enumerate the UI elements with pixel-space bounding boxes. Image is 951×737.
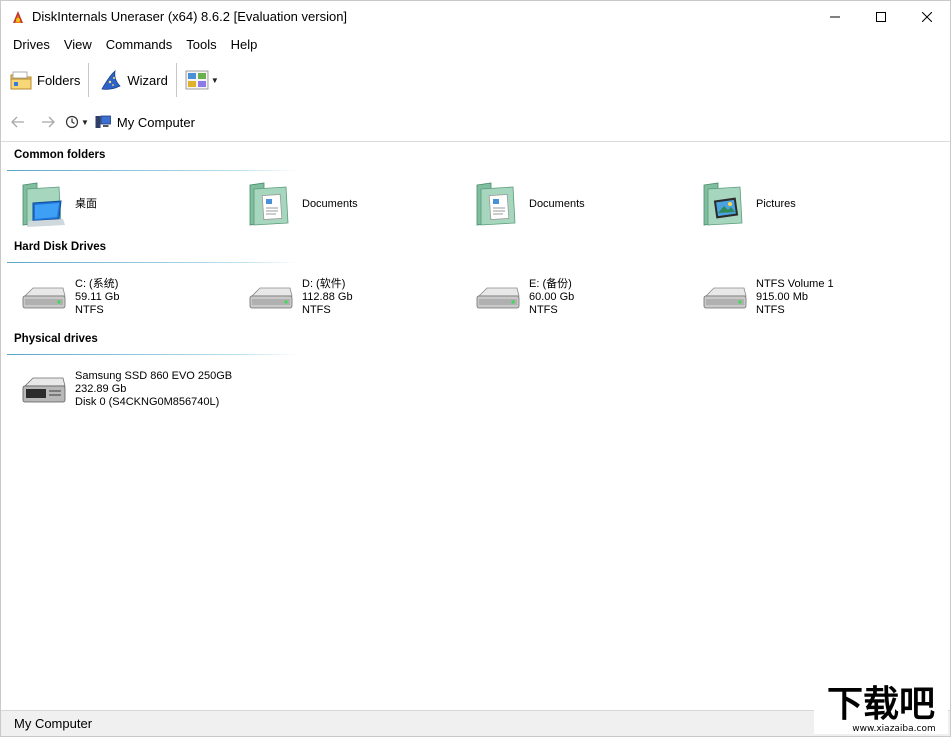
hard-drive-icon xyxy=(703,287,747,309)
folders-button[interactable]: Folders xyxy=(1,63,86,97)
back-button[interactable] xyxy=(5,109,31,135)
forward-button[interactable] xyxy=(35,109,61,135)
breadcrumb-label: My Computer xyxy=(116,114,195,130)
menu-commands[interactable]: Commands xyxy=(99,34,179,56)
app-logo-icon xyxy=(13,10,23,23)
drive-name: D: (软件) xyxy=(302,277,346,290)
drive-tile-c[interactable]: C: (系统) 59.11 Gb NTFS xyxy=(9,267,229,327)
drive-name: C: (系统) xyxy=(75,277,119,290)
folder-tile-text: Pictures xyxy=(756,198,796,211)
physical-drive-name: Samsung SSD 860 EVO 250GB xyxy=(75,369,233,382)
toolbar-separator xyxy=(88,63,90,97)
folder-name: Documents xyxy=(302,197,358,210)
drive-tile-ntfs-volume-1[interactable]: NTFS Volume 1 915.00 Mb NTFS xyxy=(690,267,910,327)
pictures-folder-icon xyxy=(703,182,743,226)
wizard-hat-icon xyxy=(101,70,122,90)
xiazaiba-watermark-logo: 下载吧 www.xiazaiba.com xyxy=(814,678,948,734)
history-clock-icon xyxy=(65,115,79,129)
status-bar: My Computer xyxy=(1,710,950,736)
menu-view[interactable]: View xyxy=(57,34,99,56)
folders-label: Folders xyxy=(37,72,81,88)
drive-name: E: (备份) xyxy=(529,277,572,290)
minimize-icon xyxy=(830,16,840,17)
arrow-right-icon xyxy=(42,116,55,128)
menu-help[interactable]: Help xyxy=(224,34,265,56)
drive-size: 112.88 Gb xyxy=(302,290,353,303)
section-title-hard-disk-drives: Hard Disk Drives xyxy=(14,241,107,253)
svg-text:下载吧: 下载吧 xyxy=(827,684,935,725)
window-title: DiskInternals Uneraser (x64) 8.6.2 [Eval… xyxy=(32,9,348,24)
view-mode-button[interactable]: ▼ xyxy=(179,63,223,97)
close-button[interactable] xyxy=(904,1,950,32)
toolbar: Folders Wizard ▼ xyxy=(1,61,223,99)
menu-tools[interactable]: Tools xyxy=(179,34,223,56)
drive-filesystem: NTFS xyxy=(302,303,331,316)
maximize-icon xyxy=(876,11,886,22)
folder-tile-documents[interactable]: Documents xyxy=(236,174,456,234)
minimize-button[interactable] xyxy=(812,1,858,32)
section-title-common-folders: Common folders xyxy=(14,149,106,161)
chevron-down-icon: ▼ xyxy=(210,75,219,85)
drive-tile-e[interactable]: E: (备份) 60.00 Gb NTFS xyxy=(463,267,683,327)
maximize-button[interactable] xyxy=(858,1,904,32)
history-button[interactable]: ▼ xyxy=(65,115,89,129)
menu-drives[interactable]: Drives xyxy=(1,34,57,56)
drive-size: 59.11 Gb xyxy=(75,290,120,303)
documents-folder-icon xyxy=(476,182,516,226)
drive-name: NTFS Volume 1 xyxy=(756,277,834,290)
drive-size: 915.00 Mb xyxy=(756,290,808,303)
hard-drive-icon xyxy=(249,287,293,309)
hard-drive-icon xyxy=(476,287,520,309)
drive-filesystem: NTFS xyxy=(756,303,785,316)
physical-drive-text: Samsung SSD 860 EVO 250GB 232.89 Gb Disk… xyxy=(75,370,232,409)
close-icon xyxy=(922,11,932,22)
drive-tile-text: E: (备份) 60.00 Gb NTFS xyxy=(529,278,574,317)
folder-name: Pictures xyxy=(756,197,796,210)
wizard-button[interactable]: Wizard xyxy=(91,63,173,97)
folder-name: Documents xyxy=(529,197,585,210)
status-text: My Computer xyxy=(14,716,93,731)
folder-tile-text: Documents xyxy=(302,198,358,211)
section-divider xyxy=(7,354,299,355)
drive-tile-text: NTFS Volume 1 915.00 Mb NTFS xyxy=(756,278,834,317)
large-icons-view-icon xyxy=(185,70,209,90)
title-bar: DiskInternals Uneraser (x64) 8.6.2 [Eval… xyxy=(1,1,950,32)
section-divider xyxy=(7,262,299,263)
desktop-folder-icon xyxy=(22,182,65,227)
folder-tile-text: Documents xyxy=(529,198,585,211)
physical-drive-tile[interactable]: Samsung SSD 860 EVO 250GB 232.89 Gb Disk… xyxy=(9,359,232,419)
toolbar-separator xyxy=(175,63,177,97)
drive-size: 60.00 Gb xyxy=(529,290,575,303)
drive-tile-text: C: (系统) 59.11 Gb NTFS xyxy=(75,278,119,317)
address-divider xyxy=(1,141,950,142)
physical-drive-size: 232.89 Gb xyxy=(75,382,127,395)
section-divider xyxy=(7,170,299,171)
window-controls xyxy=(812,1,950,32)
app-window: DiskInternals Uneraser (x64) 8.6.2 [Eval… xyxy=(0,0,951,737)
section-title-physical-drives: Physical drives xyxy=(14,333,98,345)
folder-tile-desktop[interactable]: 桌面 xyxy=(9,174,229,234)
chevron-down-icon: ▼ xyxy=(81,117,89,127)
menu-bar: Drives View Commands Tools Help xyxy=(1,34,264,56)
physical-drive-icon xyxy=(22,377,66,403)
wizard-label: Wizard xyxy=(127,72,168,88)
folders-icon xyxy=(10,71,32,90)
my-computer-icon xyxy=(95,115,111,128)
hard-drive-icon xyxy=(22,287,66,309)
breadcrumb[interactable]: My Computer xyxy=(95,115,195,130)
drive-filesystem: NTFS xyxy=(75,303,104,316)
folder-tile-pictures[interactable]: Pictures xyxy=(690,174,910,234)
drive-list-panel: Common folders 桌面 Documents Documents Pi… xyxy=(1,143,950,710)
folder-tile-text: 桌面 xyxy=(75,198,97,211)
documents-folder-icon xyxy=(249,182,289,226)
arrow-left-icon xyxy=(11,116,24,128)
address-bar: ▼ My Computer xyxy=(1,109,950,135)
svg-text:www.xiazaiba.com: www.xiazaiba.com xyxy=(852,724,936,734)
drive-filesystem: NTFS xyxy=(529,303,558,316)
drive-tile-text: D: (软件) 112.88 Gb NTFS xyxy=(302,278,353,317)
physical-drive-detail: Disk 0 (S4CKNG0M856740L) xyxy=(75,395,220,408)
folder-name: 桌面 xyxy=(75,197,97,210)
drive-tile-d[interactable]: D: (软件) 112.88 Gb NTFS xyxy=(236,267,456,327)
folder-tile-documents[interactable]: Documents xyxy=(463,174,683,234)
